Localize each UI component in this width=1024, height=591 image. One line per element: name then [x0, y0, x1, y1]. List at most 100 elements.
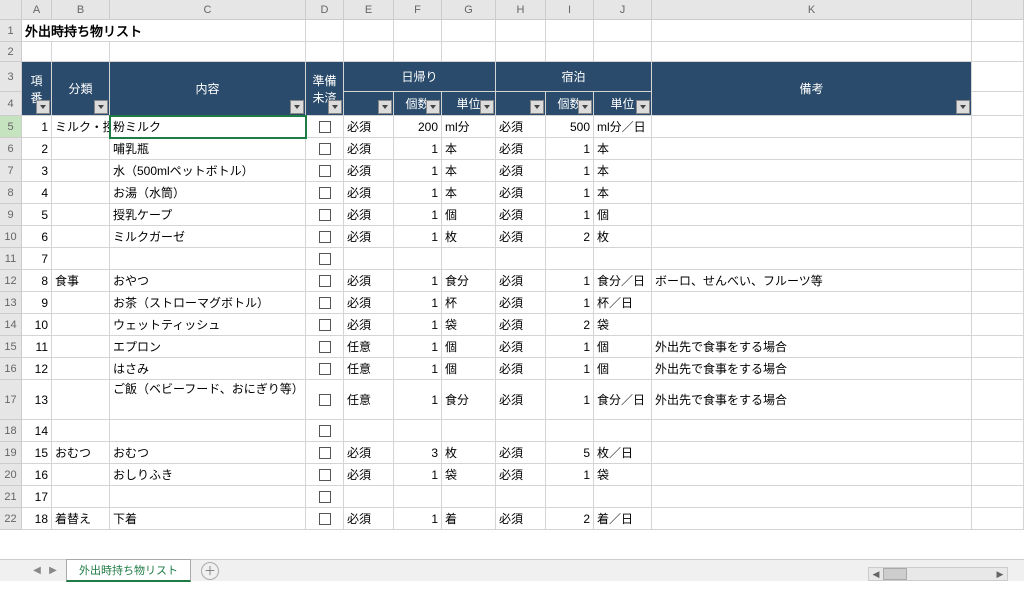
cell-prep[interactable] [306, 292, 344, 314]
filter-icon[interactable] [378, 100, 392, 114]
sheet-tab-active[interactable]: 外出時持ち物リスト [66, 559, 191, 582]
cell-stay[interactable]: 必須 [496, 226, 546, 248]
cell-day[interactable] [344, 486, 394, 508]
cell-blank[interactable] [394, 42, 442, 62]
cell-day_qty[interactable]: 1 [394, 292, 442, 314]
cell-content[interactable]: ご飯（ベビーフード、おにぎり等） [110, 380, 306, 420]
cell-content[interactable]: 哺乳瓶 [110, 138, 306, 160]
cell-note[interactable] [652, 116, 972, 138]
cell-stay_qty[interactable]: 1 [546, 138, 594, 160]
cell-stay_qty[interactable] [546, 248, 594, 270]
cell-stay_unit[interactable]: 杯／日 [594, 292, 652, 314]
cell-note[interactable]: 外出先で食事をする場合 [652, 336, 972, 358]
cell-stay_qty[interactable] [546, 420, 594, 442]
cell-day[interactable]: 必須 [344, 138, 394, 160]
cell-prep[interactable] [306, 486, 344, 508]
checkbox[interactable] [319, 143, 331, 155]
cell-note[interactable] [652, 292, 972, 314]
cell-blank[interactable] [972, 248, 1024, 270]
scroll-thumb[interactable] [883, 568, 907, 580]
cell-prep[interactable] [306, 464, 344, 486]
cell-note[interactable]: ボーロ、せんべい、フルーツ等 [652, 270, 972, 292]
row-header-1[interactable]: 1 [0, 20, 22, 42]
cell-blank[interactable] [496, 20, 546, 42]
cell-stay_qty[interactable]: 1 [546, 270, 594, 292]
cell-blank[interactable] [972, 226, 1024, 248]
cell-day_unit[interactable] [442, 420, 496, 442]
row-header-12[interactable]: 12 [0, 270, 22, 292]
cell-note[interactable] [652, 226, 972, 248]
cell-prep[interactable] [306, 138, 344, 160]
tab-nav-prev-icon[interactable]: ◀ [30, 564, 44, 578]
cell-note[interactable]: 外出先で食事をする場合 [652, 380, 972, 420]
cell-stay_qty[interactable] [546, 486, 594, 508]
cell-stay[interactable] [496, 420, 546, 442]
cell-stay[interactable]: 必須 [496, 380, 546, 420]
cell-num[interactable]: 17 [22, 486, 52, 508]
cell-stay_qty[interactable]: 2 [546, 314, 594, 336]
checkbox[interactable] [319, 165, 331, 177]
cell-day[interactable]: 必須 [344, 442, 394, 464]
add-sheet-button[interactable]: ＋ [201, 562, 219, 580]
cell-stay_unit[interactable]: 本 [594, 160, 652, 182]
cell-blank[interactable] [22, 42, 52, 62]
col-header-H[interactable]: H [496, 0, 546, 20]
filter-icon[interactable] [94, 100, 108, 114]
cell-stay[interactable]: 必須 [496, 314, 546, 336]
col-header-J[interactable]: J [594, 0, 652, 20]
cell-prep[interactable] [306, 314, 344, 336]
cell-day_unit[interactable]: 個 [442, 204, 496, 226]
cell-stay_unit[interactable]: 本 [594, 182, 652, 204]
cell-prep[interactable] [306, 380, 344, 420]
cell-stay_unit[interactable]: 袋 [594, 464, 652, 486]
cell-blank[interactable] [972, 42, 1024, 62]
cell-num[interactable]: 13 [22, 380, 52, 420]
cell-content[interactable]: おしりふき [110, 464, 306, 486]
cell-stay[interactable] [496, 486, 546, 508]
cell-num[interactable]: 12 [22, 358, 52, 380]
cell-day[interactable]: 必須 [344, 160, 394, 182]
cell-blank[interactable] [652, 42, 972, 62]
cell-blank[interactable] [972, 420, 1024, 442]
cell-day_unit[interactable] [442, 248, 496, 270]
col-header-D[interactable]: D [306, 0, 344, 20]
checkbox[interactable] [319, 394, 331, 406]
cell-cat[interactable] [52, 248, 110, 270]
cell-blank[interactable] [546, 42, 594, 62]
cell-note[interactable] [652, 138, 972, 160]
cell-stay[interactable]: 必須 [496, 442, 546, 464]
row-header-15[interactable]: 15 [0, 336, 22, 358]
cell-day_unit[interactable]: 袋 [442, 314, 496, 336]
checkbox[interactable] [319, 209, 331, 221]
row-header-4[interactable]: 4 [0, 92, 22, 116]
cell-cat[interactable] [52, 336, 110, 358]
row-header-11[interactable]: 11 [0, 248, 22, 270]
cell-stay_qty[interactable]: 1 [546, 380, 594, 420]
cell-cat[interactable] [52, 204, 110, 226]
cell-day_unit[interactable]: 枚 [442, 226, 496, 248]
cell-day_qty[interactable]: 1 [394, 160, 442, 182]
row-header-21[interactable]: 21 [0, 486, 22, 508]
cell-content[interactable]: ウェットティッシュ [110, 314, 306, 336]
cell-cat[interactable] [52, 314, 110, 336]
checkbox[interactable] [319, 363, 331, 375]
cell-content[interactable]: はさみ [110, 358, 306, 380]
cell-stay_qty[interactable]: 1 [546, 464, 594, 486]
cell-cat[interactable] [52, 486, 110, 508]
cell-prep[interactable] [306, 508, 344, 530]
row-header-6[interactable]: 6 [0, 138, 22, 160]
filter-icon[interactable] [290, 100, 304, 114]
col-header-extra[interactable] [972, 0, 1024, 20]
cell-blank[interactable] [344, 42, 394, 62]
cell-day_qty[interactable] [394, 248, 442, 270]
table-header[interactable]: 日帰り [344, 62, 496, 92]
cell-note[interactable] [652, 508, 972, 530]
checkbox[interactable] [319, 425, 331, 437]
cell-day_unit[interactable]: 枚 [442, 442, 496, 464]
cell-content[interactable]: お茶（ストローマグボトル） [110, 292, 306, 314]
row-header-13[interactable]: 13 [0, 292, 22, 314]
row-header-3[interactable]: 3 [0, 62, 22, 92]
scroll-track[interactable] [883, 568, 993, 580]
cell-num[interactable]: 16 [22, 464, 52, 486]
cell-content[interactable] [110, 486, 306, 508]
